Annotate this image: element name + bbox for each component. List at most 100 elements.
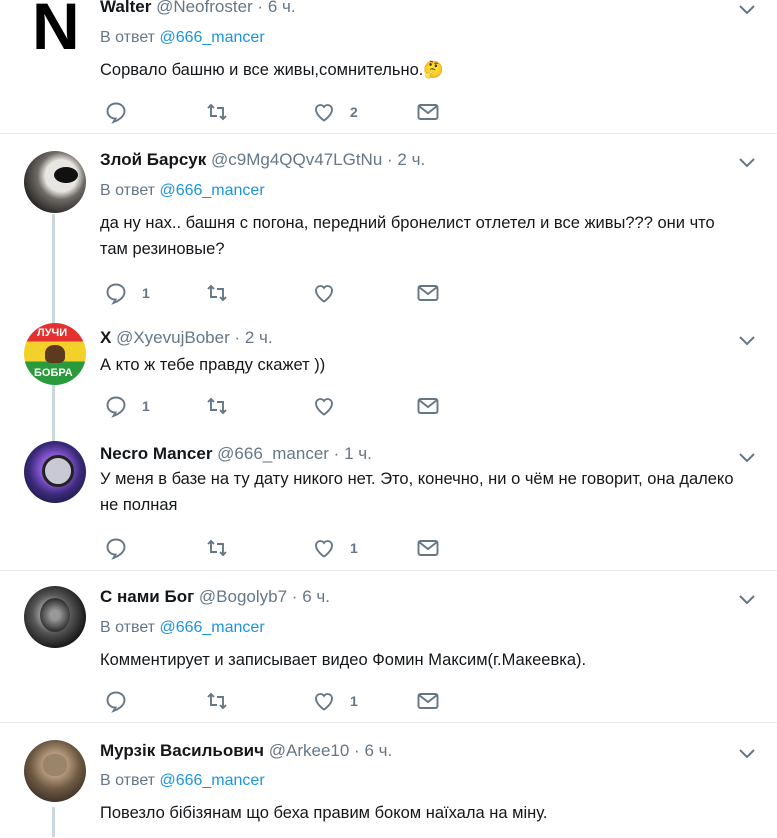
retweet-button[interactable] (205, 534, 229, 562)
timestamp[interactable]: 2 ч. (245, 328, 273, 347)
reply-mention[interactable]: @666_mancer (159, 182, 264, 199)
reply-context: В ответ @666_mancer (100, 182, 265, 200)
avatar[interactable] (24, 151, 86, 213)
like-button[interactable]: 1 (312, 534, 358, 562)
author-name[interactable]: X (100, 328, 111, 347)
tweet-text: А кто ж тебе правду скажет )) (100, 356, 326, 374)
reply-button[interactable] (104, 687, 142, 715)
tweet-murzik[interactable]: Мурзік Васильович @Arkee10 · 6 ч. В отве… (0, 722, 777, 838)
chevron-down-icon[interactable] (738, 594, 756, 606)
separator-dot: · (257, 0, 264, 16)
separator-dot: · (291, 587, 298, 606)
author-name[interactable]: Walter (100, 0, 151, 16)
heart-icon (315, 693, 333, 711)
author-handle[interactable]: @Bogolyb7 (199, 587, 287, 606)
chevron-down-icon[interactable] (738, 335, 756, 347)
author-name[interactable]: Necro Mancer (100, 444, 212, 463)
tweet-actions: 1 (100, 534, 500, 562)
direct-message-button[interactable] (416, 98, 440, 126)
avatar-detail (45, 345, 65, 363)
retweet-button[interactable] (205, 279, 229, 307)
author-handle[interactable]: @666_mancer (217, 444, 329, 463)
reply-button[interactable] (104, 98, 142, 126)
retweet-button[interactable] (205, 392, 229, 420)
timestamp[interactable]: 2 ч. (397, 150, 425, 169)
reply-button[interactable]: 1 (104, 279, 150, 307)
author-handle[interactable]: @c9Mg4QQv47LGtNu (211, 150, 382, 169)
retweet-icon (207, 284, 227, 302)
tweet-actions: 1 (100, 687, 500, 715)
reply-prefix: В ответ (100, 182, 156, 199)
chevron-down-icon[interactable] (738, 4, 756, 16)
retweet-icon (207, 397, 227, 415)
tweet-text: Повезло бібізянам що беха правим боком н… (100, 804, 548, 822)
envelope-icon (417, 285, 439, 301)
avatar[interactable]: ЛУЧИ БОБРА (24, 323, 86, 385)
author-name[interactable]: С нами Бог (100, 587, 194, 606)
tweet-text: Сорвало башню и все живы,сомнительно.🤔 (100, 61, 444, 79)
avatar-detail (42, 455, 74, 487)
tweet-x[interactable]: ЛУЧИ БОБРА X @XyevujBober · 2 ч. А кто ж… (0, 316, 777, 432)
reply-icon (106, 283, 126, 305)
separator-dot: · (387, 150, 393, 169)
chevron-down-icon[interactable] (738, 748, 756, 760)
like-button[interactable]: 1 (312, 687, 358, 715)
reply-button[interactable]: 1 (104, 392, 150, 420)
author-name[interactable]: Злой Барсук (100, 150, 206, 169)
reply-icon (106, 396, 126, 418)
timestamp[interactable]: 6 ч. (302, 587, 330, 606)
reply-context: В ответ @666_mancer (100, 619, 265, 637)
avatar[interactable]: N (24, 0, 86, 56)
avatar[interactable] (24, 740, 86, 802)
tweet-header: Necro Mancer @666_mancer · 1 ч. (100, 444, 372, 464)
direct-message-button[interactable] (416, 534, 440, 562)
reply-mention[interactable]: @666_mancer (159, 619, 264, 636)
avatar-letter: N (32, 0, 80, 56)
reply-count: 1 (142, 398, 150, 414)
author-handle[interactable]: @XyevujBober (116, 328, 230, 347)
tweet-text: У меня в базе на ту дату никого нет. Это… (100, 470, 734, 514)
reply-button[interactable] (104, 534, 142, 562)
avatar-detail (54, 167, 78, 183)
tweet-header: Walter @Neofroster · 6 ч. (100, 0, 296, 17)
reply-prefix: В ответ (100, 29, 156, 46)
tweet-zloy-barsuk[interactable]: Злой Барсук @c9Mg4QQv47LGtNu · 2 ч. В от… (0, 133, 777, 317)
timestamp[interactable]: 1 ч. (344, 444, 372, 463)
avatar-text-bottom: БОБРА (34, 367, 73, 379)
reply-mention[interactable]: @666_mancer (159, 29, 264, 46)
timestamp[interactable]: 6 ч. (268, 0, 296, 16)
direct-message-button[interactable] (416, 392, 440, 420)
like-button[interactable] (312, 392, 350, 420)
reply-mention[interactable]: @666_mancer (159, 772, 264, 789)
tweet-s-nami-bog[interactable]: С нами Бог @Bogolyb7 · 6 ч. В ответ @666… (0, 570, 777, 723)
heart-icon (315, 540, 333, 558)
retweet-button[interactable] (205, 687, 229, 715)
like-button[interactable] (312, 279, 350, 307)
heart-icon (315, 285, 333, 303)
avatar[interactable] (24, 441, 86, 503)
chevron-down-icon[interactable] (738, 452, 756, 464)
avatar[interactable] (24, 586, 86, 648)
tweet-header: С нами Бог @Bogolyb7 · 6 ч. (100, 587, 330, 607)
author-handle[interactable]: @Arkee10 (269, 741, 350, 760)
chevron-down-icon[interactable] (738, 157, 756, 169)
avatar-detail (43, 754, 67, 776)
author-handle[interactable]: @Neofroster (156, 0, 253, 16)
direct-message-button[interactable] (416, 279, 440, 307)
avatar-detail (40, 598, 70, 632)
tweet-text: да ну нах.. башня с погона, передний бро… (100, 214, 715, 258)
reply-icon (106, 691, 126, 713)
timestamp[interactable]: 6 ч. (364, 741, 392, 760)
envelope-icon (417, 693, 439, 709)
tweet-actions: 1 (100, 392, 500, 420)
like-count: 1 (350, 693, 358, 709)
retweet-button[interactable] (205, 98, 229, 126)
tweet-walter[interactable]: N Walter @Neofroster · 6 ч. В ответ @666… (0, 0, 777, 133)
tweet-necro-mancer[interactable]: Necro Mancer @666_mancer · 1 ч. У меня в… (0, 432, 777, 570)
direct-message-button[interactable] (416, 687, 440, 715)
author-name[interactable]: Мурзік Васильович (100, 741, 264, 760)
separator-dot: · (354, 741, 360, 760)
tweet-actions: 1 (100, 279, 500, 307)
separator-dot: · (234, 328, 241, 347)
like-button[interactable]: 2 (312, 98, 358, 126)
